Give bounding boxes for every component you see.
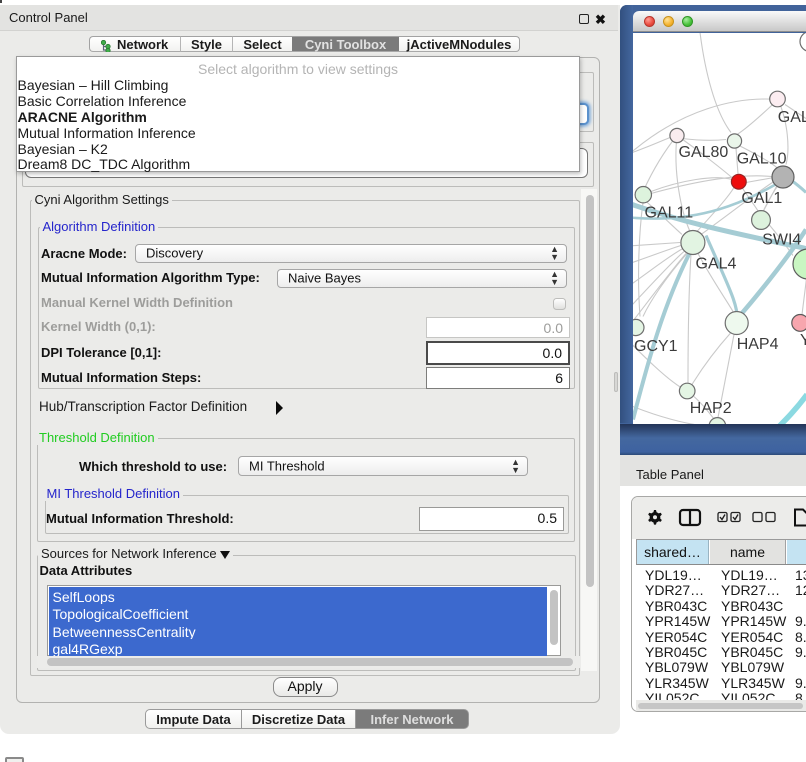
svg-text:SWI4: SWI4	[762, 231, 801, 248]
svg-text:Y: Y	[800, 332, 806, 349]
svg-text:HAP2: HAP2	[690, 400, 732, 417]
svg-text:GAL1: GAL1	[741, 190, 782, 207]
svg-text:HAP4: HAP4	[737, 336, 779, 353]
svg-text:GAL10: GAL10	[737, 150, 787, 167]
svg-text:GAL11: GAL11	[645, 204, 694, 221]
svg-text:GAL80: GAL80	[679, 144, 729, 161]
svg-text:GAL7: GAL7	[778, 109, 806, 126]
svg-text:GAL4: GAL4	[696, 255, 737, 272]
svg-text:GCY1: GCY1	[634, 338, 678, 355]
